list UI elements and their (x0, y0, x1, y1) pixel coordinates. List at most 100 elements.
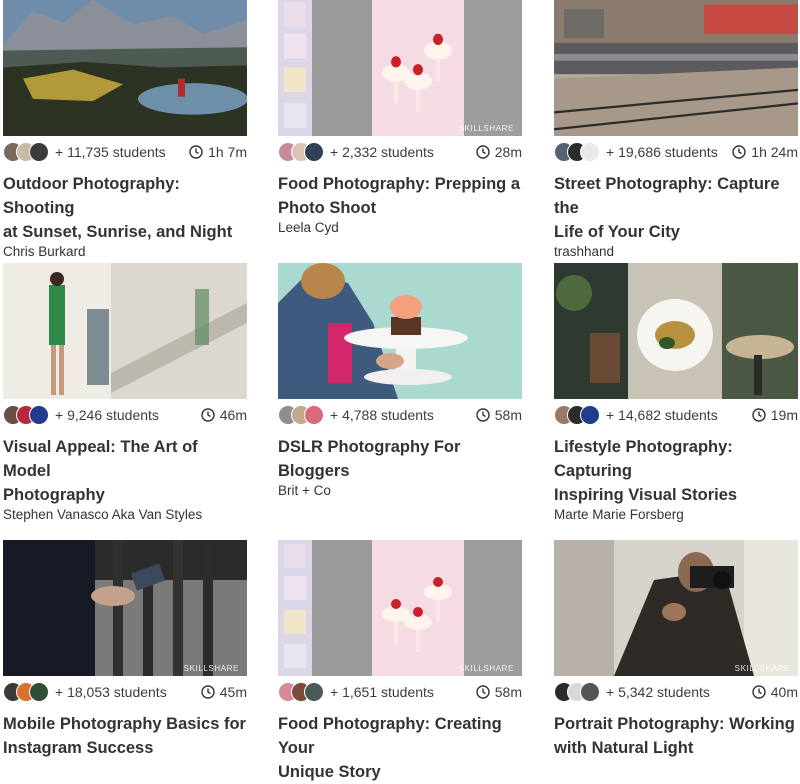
course-author[interactable]: Leela Cyd (278, 220, 522, 235)
course-title[interactable]: Street Photography: Capture the Life of … (554, 172, 798, 244)
title-line: Instagram Success (3, 739, 154, 757)
course-card[interactable]: + 4,788 students 58m DSLR Photography Fo… (278, 263, 522, 498)
avatar (29, 682, 49, 702)
title-line: Inspiring Visual Stories (554, 486, 738, 504)
title-line: at Sunset, Sunrise, and Night (3, 223, 233, 241)
course-duration: 58m (476, 684, 522, 700)
course-title[interactable]: Portrait Photography: Working with Natur… (554, 712, 798, 760)
course-title[interactable]: Outdoor Photography: Shooting at Sunset,… (3, 172, 247, 244)
duration-text: 58m (494, 407, 522, 423)
course-card[interactable]: SKILLSHARE + 1,651 students 58m Food Pho… (278, 540, 522, 784)
enrolled-avatars (278, 405, 328, 425)
skillshare-watermark: SKILLSHARE (458, 124, 514, 133)
course-title[interactable]: Food Photography: Creating Your Unique S… (278, 712, 522, 784)
course-duration: 19m (752, 407, 798, 423)
course-author[interactable]: Stephen Vanasco Aka Van Styles (3, 507, 247, 522)
avatar (304, 405, 324, 425)
duration-text: 19m (770, 407, 798, 423)
course-thumbnail[interactable]: SKILLSHARE (278, 540, 522, 676)
avatar (29, 405, 49, 425)
course-meta: + 4,788 students 58m (278, 403, 522, 427)
course-author[interactable]: Brit + Co (278, 483, 522, 498)
course-meta: + 11,735 students 1h 7m (3, 140, 247, 164)
enrolled-avatars (3, 682, 53, 702)
course-thumbnail[interactable] (554, 0, 798, 136)
course-thumbnail[interactable]: SKILLSHARE (278, 0, 522, 136)
course-author[interactable]: trashhand (554, 244, 798, 259)
enrolled-avatars (554, 405, 604, 425)
avatar (304, 142, 324, 162)
title-line: Food Photography: Prepping a (278, 175, 520, 193)
course-title[interactable]: Mobile Photography Basics for Instagram … (3, 712, 247, 760)
course-title[interactable]: Visual Appeal: The Art of Model Photogra… (3, 435, 247, 507)
course-meta: + 5,342 students 40m (554, 680, 798, 704)
street-image (554, 0, 798, 136)
clock-icon (476, 408, 490, 422)
title-line: Visual Appeal: The Art of Model (3, 438, 198, 480)
title-line: Outdoor Photography: Shooting (3, 175, 180, 217)
food-image (278, 0, 522, 136)
title-line: Life of Your City (554, 223, 680, 241)
title-line: Unique Story (278, 763, 381, 781)
enrolled-avatars (554, 142, 604, 162)
enrolled-avatars (278, 142, 328, 162)
title-line: Mobile Photography Basics for (3, 715, 246, 733)
enrolled-avatars (3, 405, 53, 425)
enrolled-avatars (278, 682, 328, 702)
course-card[interactable]: + 14,682 students 19m Lifestyle Photogra… (554, 263, 798, 522)
title-line: Portrait Photography: Working (554, 715, 795, 733)
title-line: DSLR Photography For Bloggers (278, 438, 461, 480)
course-duration: 46m (201, 407, 247, 423)
enrolled-avatars (554, 682, 604, 702)
course-title[interactable]: Food Photography: Prepping a Photo Shoot (278, 172, 522, 220)
clock-icon (476, 145, 490, 159)
enrolled-avatars (3, 142, 53, 162)
course-card[interactable]: SKILLSHARE + 2,332 students 28m Food Pho… (278, 0, 522, 235)
course-card[interactable]: + 9,246 students 46m Visual Appeal: The … (3, 263, 247, 522)
student-count: + 18,053 students (55, 684, 167, 700)
model-image (3, 263, 247, 399)
duration-text: 1h 24m (751, 144, 798, 160)
title-line: Lifestyle Photography: Capturing (554, 438, 733, 480)
title-line: Food Photography: Creating Your (278, 715, 502, 757)
course-card[interactable]: + 19,686 students 1h 24m Street Photogra… (554, 0, 798, 259)
clock-icon (752, 685, 766, 699)
mobile-photo-image (3, 540, 247, 676)
title-line: Photography (3, 486, 105, 504)
course-title[interactable]: DSLR Photography For Bloggers (278, 435, 522, 483)
course-thumbnail[interactable]: SKILLSHARE (554, 540, 798, 676)
avatar (580, 682, 600, 702)
clock-icon (752, 408, 766, 422)
avatar (304, 682, 324, 702)
course-card[interactable]: SKILLSHARE + 5,342 students 40m Portrait… (554, 540, 798, 760)
skillshare-watermark: SKILLSHARE (458, 664, 514, 673)
course-title[interactable]: Lifestyle Photography: Capturing Inspiri… (554, 435, 798, 507)
avatar (580, 142, 600, 162)
course-meta: + 14,682 students 19m (554, 403, 798, 427)
course-card[interactable]: SKILLSHARE + 18,053 students 45m Mobile … (3, 540, 247, 760)
course-author[interactable]: Chris Burkard (3, 244, 247, 259)
clock-icon (476, 685, 490, 699)
landscape-image (3, 0, 247, 136)
clock-icon (201, 408, 215, 422)
course-duration: 1h 7m (189, 144, 247, 160)
course-thumbnail[interactable] (554, 263, 798, 399)
course-meta: + 2,332 students 28m (278, 140, 522, 164)
student-count: + 9,246 students (55, 407, 159, 423)
course-thumbnail[interactable]: SKILLSHARE (3, 540, 247, 676)
course-thumbnail[interactable] (278, 263, 522, 399)
duration-text: 45m (219, 684, 247, 700)
course-thumbnail[interactable] (3, 0, 247, 136)
title-line: Street Photography: Capture the (554, 175, 780, 217)
clock-icon (189, 145, 203, 159)
course-author[interactable]: Marte Marie Forsberg (554, 507, 798, 522)
course-thumbnail[interactable] (3, 263, 247, 399)
duration-text: 1h 7m (208, 144, 247, 160)
course-card[interactable]: + 11,735 students 1h 7m Outdoor Photogra… (3, 0, 247, 259)
course-meta: + 18,053 students 45m (3, 680, 247, 704)
cupcake-image (278, 263, 522, 399)
duration-text: 46m (219, 407, 247, 423)
lifestyle-image (554, 263, 798, 399)
title-line: with Natural Light (554, 739, 694, 757)
duration-text: 40m (770, 684, 798, 700)
